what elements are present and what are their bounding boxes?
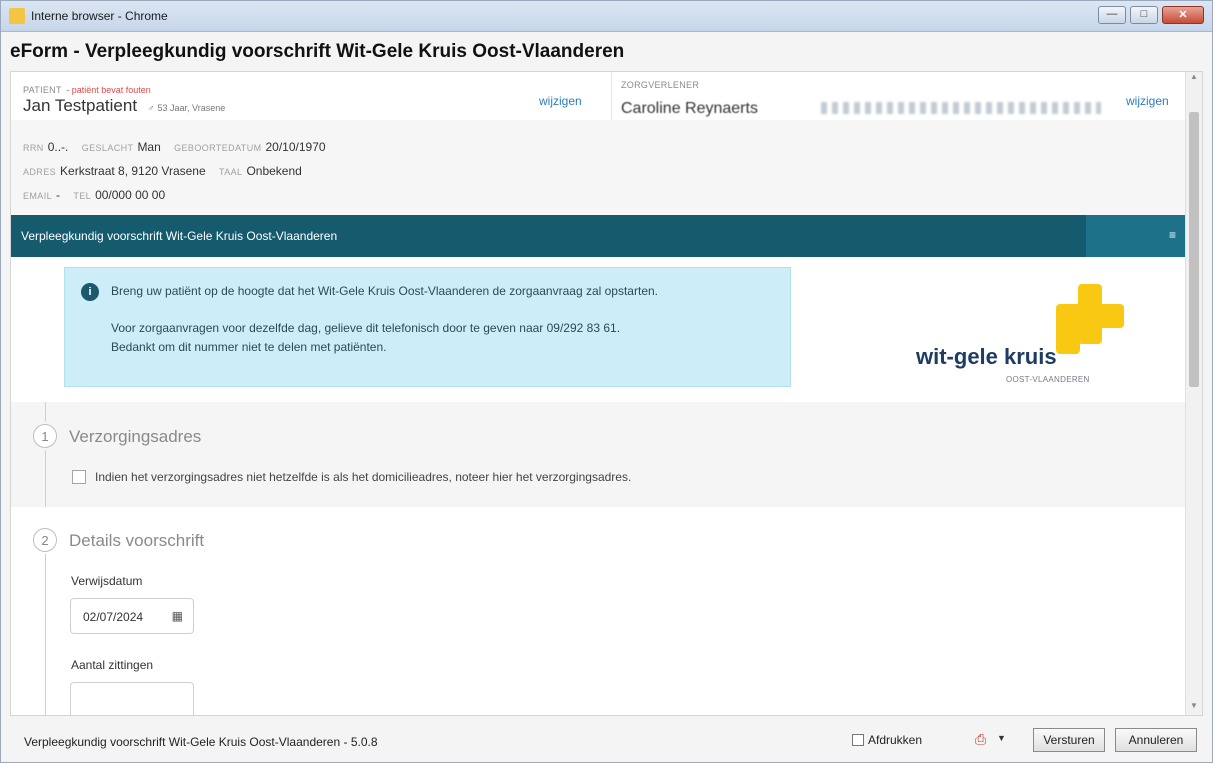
taal-key: TAAL (219, 167, 243, 177)
info-alert: i Breng uw patiënt op de hoogte dat het … (64, 267, 791, 387)
form-content: PATIENT - patiënt bevat fouten Jan Testp… (10, 71, 1203, 716)
verzorgingsadres-checkbox[interactable] (72, 470, 86, 484)
alert-line-1: Breng uw patiënt op de hoogte dat het Wi… (111, 284, 658, 298)
verwijsdatum-value: 02/07/2024 (83, 610, 144, 624)
form-version: Verpleegkundig voorschrift Wit-Gele Krui… (24, 735, 378, 749)
patient-label: PATIENT (23, 85, 62, 95)
patient-name: Jan Testpatient (23, 96, 138, 115)
pdf-icon[interactable]: ⎙ (975, 731, 986, 748)
alert-line-2: Voor zorgaanvragen voor dezelfde dag, ge… (111, 321, 621, 335)
logo-cross-lower (1056, 314, 1080, 354)
rrn-value: 0..-. (47, 140, 69, 154)
verzorgingsadres-checkbox-label: Indien het verzorgingsadres niet hetzelf… (95, 470, 632, 484)
window-title: Interne browser - Chrome (31, 9, 168, 23)
taal-value: Onbekend (246, 164, 302, 178)
zorgverlener-details-redacted (821, 102, 1101, 114)
geboortedatum-value: 20/10/1970 (265, 140, 326, 154)
print-label: Afdrukken (868, 733, 923, 747)
email-key: EMAIL (23, 191, 53, 201)
step-2-title: Details voorschrift (69, 531, 205, 550)
geboortedatum-key: GEBOORTEDATUM (174, 143, 262, 153)
geslacht-value: Man (137, 140, 161, 154)
minimize-button[interactable]: — (1098, 6, 1126, 24)
logo-cross-vertical (1078, 284, 1102, 344)
verwijsdatum-label: Verwijsdatum (71, 574, 143, 588)
edit-patient-link[interactable]: wijzigen (539, 94, 582, 108)
logo-subtext: OOST-VLAANDEREN (1006, 375, 1090, 384)
edit-zorgverlener-link[interactable]: wijzigen (1126, 94, 1169, 108)
step-1-number: 1 (33, 424, 57, 448)
patient-error: - patiënt bevat fouten (66, 85, 151, 95)
section-header: Verpleegkundig voorschrift Wit-Gele Krui… (11, 215, 1186, 257)
info-icon: i (81, 283, 99, 301)
maximize-button[interactable]: □ (1130, 6, 1158, 24)
close-icon: ✕ (1178, 9, 1188, 21)
zorgverlener-label: ZORGVERLENER (621, 80, 700, 90)
minimize-icon: — (1106, 8, 1118, 20)
vertical-scrollbar[interactable]: ▲ ▼ (1185, 72, 1202, 715)
section-menu-button[interactable]: ≡ (1086, 215, 1186, 257)
patient-panel: PATIENT - patiënt bevat fouten Jan Testp… (11, 72, 612, 121)
adres-key: ADRES (23, 167, 57, 177)
logo-text: wit-gele kruis (916, 344, 1057, 369)
gender-icon: ♂ (147, 103, 155, 113)
send-button[interactable]: Versturen (1033, 728, 1105, 752)
adres-value: Kerkstraat 8, 9120 Vrasene (60, 164, 206, 178)
section-title: Verpleegkundig voorschrift Wit-Gele Krui… (21, 229, 338, 243)
zorgverlener-name: Caroline Reynaerts (621, 100, 758, 117)
rrn-key: RRN (23, 143, 44, 153)
aantal-zittingen-label: Aantal zittingen (71, 658, 154, 672)
step-2-number: 2 (33, 528, 57, 552)
cancel-button[interactable]: Annuleren (1115, 728, 1197, 752)
footer-bar: Verpleegkundig voorschrift Wit-Gele Krui… (10, 723, 1203, 757)
step-connector (45, 402, 46, 422)
tel-key: TEL (73, 191, 92, 201)
chevron-down-icon[interactable]: ▼ (997, 733, 1006, 743)
step-1-title: Verzorgingsadres (69, 427, 202, 446)
verwijsdatum-input[interactable]: 02/07/2024 ▦ (70, 598, 194, 634)
browser-icon (9, 8, 25, 24)
aantal-zittingen-input[interactable] (70, 682, 194, 715)
email-value: - (56, 188, 61, 202)
hamburger-icon: ≡ (1168, 228, 1176, 242)
patient-meta: 53 Jaar, Vrasene (157, 103, 226, 113)
calendar-icon[interactable]: ▦ (172, 609, 183, 623)
print-checkbox[interactable] (852, 734, 864, 746)
scroll-down-icon[interactable]: ▼ (1186, 701, 1202, 715)
tel-value: 00/000 00 00 (95, 188, 166, 202)
geslacht-key: GESLACHT (81, 143, 134, 153)
step-connector (45, 450, 46, 507)
step-connector (45, 554, 46, 715)
zorgverlener-panel: ZORGVERLENER Caroline Reynaerts wijzigen (611, 72, 1186, 121)
step-1-section: 1 Verzorgingsadres Indien het verzorging… (11, 402, 1186, 507)
title-bar: Interne browser - Chrome — □ ✕ (1, 1, 1212, 32)
browser-window: Interne browser - Chrome — □ ✕ eForm - V… (0, 0, 1213, 763)
wit-gele-kruis-logo: wit-gele kruis OOST-VLAANDEREN (906, 274, 1124, 389)
patient-details: RRN 0..-. GESLACHT Man GEBOORTEDATUM 20/10/… (11, 120, 1186, 215)
scroll-up-icon[interactable]: ▲ (1186, 72, 1202, 86)
maximize-icon: □ (1140, 8, 1148, 20)
alert-line-3: Bedankt om dit nummer niet te delen met … (111, 340, 387, 354)
page-title: eForm - Verpleegkundig voorschrift Wit-G… (10, 41, 625, 62)
close-button[interactable]: ✕ (1162, 6, 1204, 24)
scrollbar-thumb[interactable] (1189, 112, 1199, 387)
